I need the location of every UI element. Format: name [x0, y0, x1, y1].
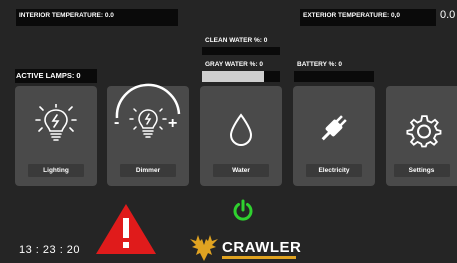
gray-water-label: GRAY WATER %: 0 — [205, 61, 264, 68]
clock: 13 : 23 : 20 — [19, 244, 81, 256]
tile-electricity[interactable]: Electricity — [293, 86, 375, 186]
brand-name: CRAWLER — [222, 239, 302, 256]
plug-icon — [321, 115, 347, 141]
exterior-temperature-label: EXTERIOR TEMPERATURE: 0,0 — [303, 12, 401, 19]
tile-dimmer[interactable]: - + Dimmer — [107, 83, 189, 186]
dimmer-minus-label[interactable]: - — [114, 114, 119, 132]
active-lamps-label: ACTIVE LAMPS: 0 — [16, 71, 81, 80]
brand-underline — [222, 256, 296, 259]
tile-dimmer-label: Dimmer — [120, 164, 176, 177]
dimmer-plus-label[interactable]: + — [168, 115, 177, 133]
tile-settings[interactable]: Settings — [386, 86, 457, 186]
water-drop-icon — [229, 113, 253, 147]
exterior-temperature-value: 0.0 — [440, 9, 456, 21]
tile-settings-label: Settings — [393, 164, 450, 177]
battery-bar — [294, 71, 374, 82]
tile-lighting[interactable]: Lighting — [15, 86, 97, 186]
warning-icon — [96, 204, 156, 254]
tile-electricity-label: Electricity — [306, 164, 362, 177]
tile-water-label: Water — [213, 164, 269, 177]
gear-icon — [406, 115, 442, 148]
tile-water[interactable]: Water — [200, 86, 282, 186]
gray-water-bar-fill — [202, 71, 264, 82]
clean-water-bar — [202, 47, 280, 55]
tile-lighting-label: Lighting — [28, 164, 84, 177]
battery-label: BATTERY %: 0 — [297, 61, 343, 68]
crawler-logo-icon — [190, 235, 218, 261]
lightbulb-icon — [35, 104, 77, 141]
clean-water-label: CLEAN WATER %: 0 — [205, 37, 268, 44]
interior-temperature-label: INTERIOR TEMPERATURE: 0.0 — [19, 12, 114, 19]
power-icon[interactable] — [231, 198, 255, 222]
